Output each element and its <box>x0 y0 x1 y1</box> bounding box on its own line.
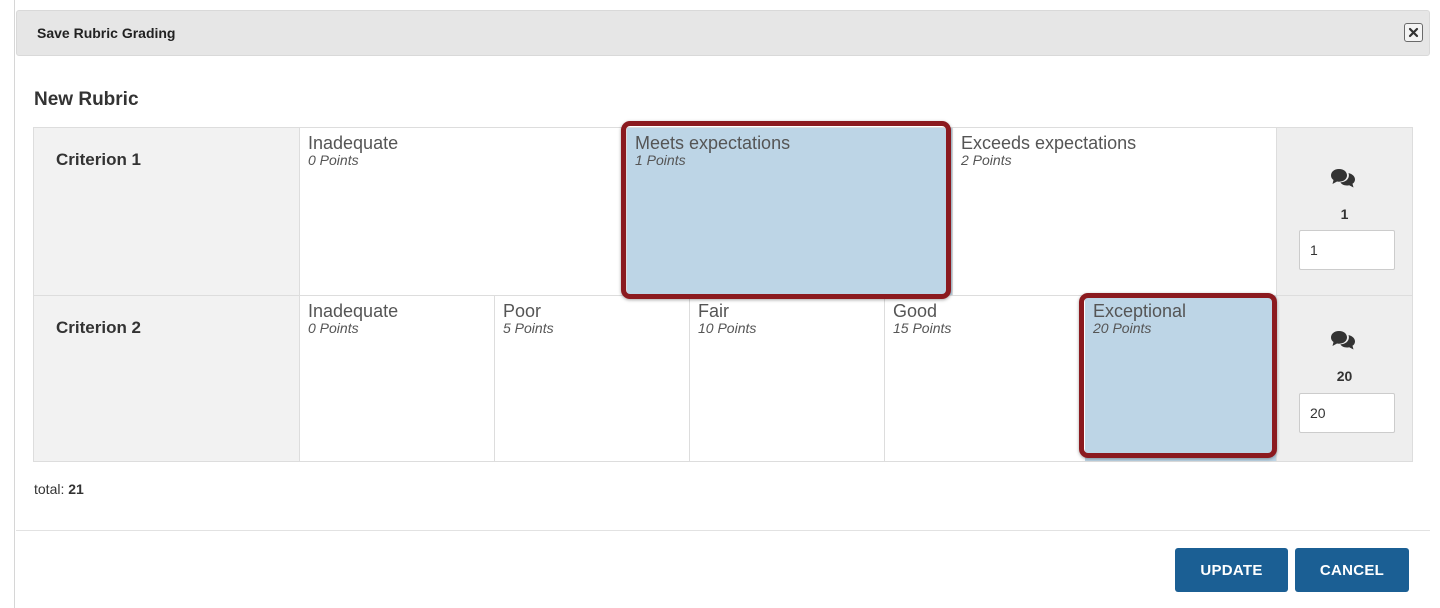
score-column: 1 <box>1277 128 1412 295</box>
rating-points: 0 Points <box>308 320 359 336</box>
rating-points: 5 Points <box>503 320 554 336</box>
dialog-left-border <box>14 0 15 608</box>
rating-cell-selected[interactable]: Exceptional 20 Points <box>1085 296 1277 461</box>
score-column: 20 <box>1277 296 1412 461</box>
rubric-table: Criterion 1 Inadequate 0 Points Meets ex… <box>33 127 1413 462</box>
rating-label: Fair <box>698 301 729 321</box>
criterion-name: Criterion 1 <box>34 128 300 295</box>
score-input[interactable] <box>1299 230 1395 270</box>
dialog-titlebar: Save Rubric Grading <box>16 10 1430 56</box>
comment-icon[interactable] <box>1330 166 1356 188</box>
total-value: 21 <box>68 481 84 497</box>
footer-divider <box>16 530 1430 531</box>
rating-label: Good <box>893 301 938 321</box>
score-input[interactable] <box>1299 393 1395 433</box>
rating-cell[interactable]: Exceeds expectations 2 Points <box>953 128 1277 295</box>
rating-points: 0 Points <box>308 152 359 168</box>
close-icon <box>1408 27 1419 38</box>
cancel-button[interactable]: CANCEL <box>1295 548 1409 592</box>
criterion-row-2: Criterion 2 Inadequate 0 Points Poor 5 P… <box>34 296 1412 461</box>
total-label: total: <box>34 481 65 497</box>
rating-cell[interactable]: Poor 5 Points <box>495 296 690 461</box>
criterion-row-1: Criterion 1 Inadequate 0 Points Meets ex… <box>34 128 1412 296</box>
criterion-name: Criterion 2 <box>34 296 300 461</box>
update-button[interactable]: UPDATE <box>1175 548 1288 592</box>
criterion-score: 1 <box>1340 206 1349 222</box>
close-button[interactable] <box>1404 23 1423 42</box>
rating-cell[interactable]: Inadequate 0 Points <box>300 128 627 295</box>
rating-cell[interactable]: Good 15 Points <box>885 296 1080 461</box>
dialog-title: Save Rubric Grading <box>37 25 176 41</box>
rating-points: 15 Points <box>893 320 952 336</box>
rating-cell[interactable]: Fair 10 Points <box>690 296 885 461</box>
rating-label: Exceptional <box>1093 301 1187 321</box>
rating-label: Inadequate <box>308 133 399 153</box>
rubric-title: New Rubric <box>34 89 139 110</box>
criterion-score: 20 <box>1336 368 1353 384</box>
comment-icon[interactable] <box>1330 328 1356 350</box>
rating-cell[interactable]: Inadequate 0 Points <box>300 296 495 461</box>
total-score: total: 21 <box>34 481 84 497</box>
rating-label: Meets expectations <box>635 133 791 153</box>
rating-label: Exceeds expectations <box>961 133 1137 153</box>
rating-points: 20 Points <box>1093 320 1152 336</box>
rating-label: Inadequate <box>308 301 399 321</box>
rating-label: Poor <box>503 301 542 321</box>
rating-points: 10 Points <box>698 320 757 336</box>
rating-cell-selected[interactable]: Meets expectations 1 Points <box>627 128 953 295</box>
rating-points: 1 Points <box>635 152 686 168</box>
rating-points: 2 Points <box>961 152 1012 168</box>
